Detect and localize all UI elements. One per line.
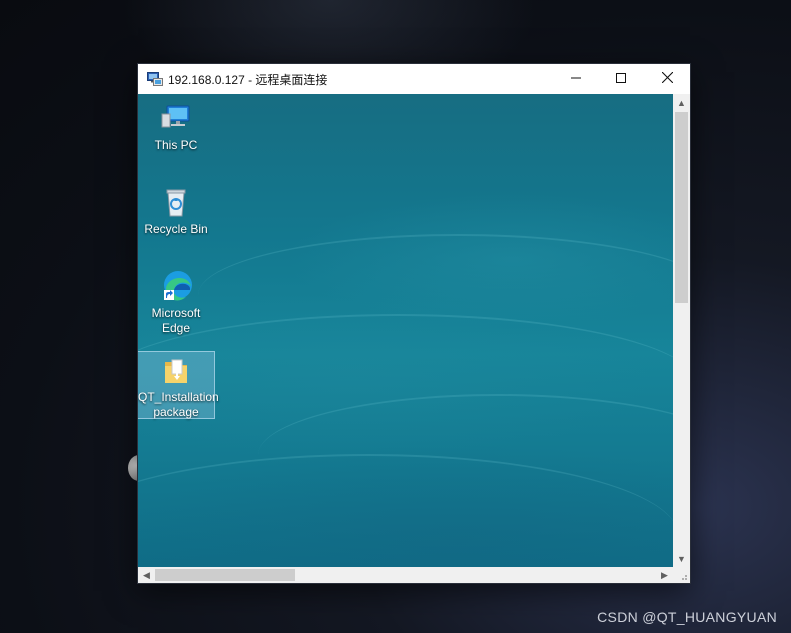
remote-desktop-window[interactable]: 192.168.0.127 - 远程桌面连接 This PC Recycle B…	[138, 64, 690, 583]
horizontal-scroll-thumb[interactable]	[155, 569, 295, 581]
vertical-scrollbar[interactable]: ▲ ▼	[673, 94, 690, 567]
desktop-icon-label: This PC	[154, 138, 198, 152]
scroll-down-arrow-icon[interactable]: ▼	[673, 550, 690, 567]
remote-desktop-viewport[interactable]: This PC Recycle Bin Microsoft Edge QT_In…	[138, 94, 673, 567]
window-title: 192.168.0.127 - 远程桌面连接	[168, 73, 328, 87]
watermark: CSDN @QT_HUANGYUAN	[597, 609, 777, 625]
edge-icon	[158, 268, 194, 304]
desktop-icon-this-pc[interactable]: This PC	[138, 100, 214, 153]
desktop-icon-microsoft-edge[interactable]: Microsoft Edge	[138, 268, 214, 336]
remote-desktop-icon[interactable]	[147, 71, 163, 87]
minimize-icon	[571, 70, 581, 88]
vertical-scroll-thumb[interactable]	[675, 112, 688, 303]
desktop-icon-recycle-bin[interactable]: Recycle Bin	[138, 184, 214, 237]
scroll-up-arrow-icon[interactable]: ▲	[673, 94, 690, 111]
resize-grip-icon[interactable]	[673, 567, 690, 583]
close-button[interactable]	[644, 64, 690, 94]
horizontal-scrollbar[interactable]: ◀ ▶	[138, 567, 673, 583]
minimize-button[interactable]	[553, 64, 599, 94]
close-icon	[661, 70, 673, 88]
maximize-icon	[616, 70, 626, 88]
desktop-icon-label: QT_Installation package	[138, 390, 219, 419]
desktop-icon-label: Recycle Bin	[144, 222, 208, 236]
desktop-icon-qt-installation-package[interactable]: QT_Installation package	[138, 351, 219, 419]
computer-icon	[158, 100, 194, 136]
scroll-left-arrow-icon[interactable]: ◀	[138, 567, 155, 583]
desktop-icon-label: Microsoft Edge	[151, 306, 201, 335]
title-bar[interactable]: 192.168.0.127 - 远程桌面连接	[138, 64, 690, 94]
scroll-right-arrow-icon[interactable]: ▶	[656, 567, 673, 583]
recycle-bin-icon	[158, 184, 194, 220]
folder-icon	[158, 352, 194, 388]
maximize-button[interactable]	[598, 64, 644, 94]
